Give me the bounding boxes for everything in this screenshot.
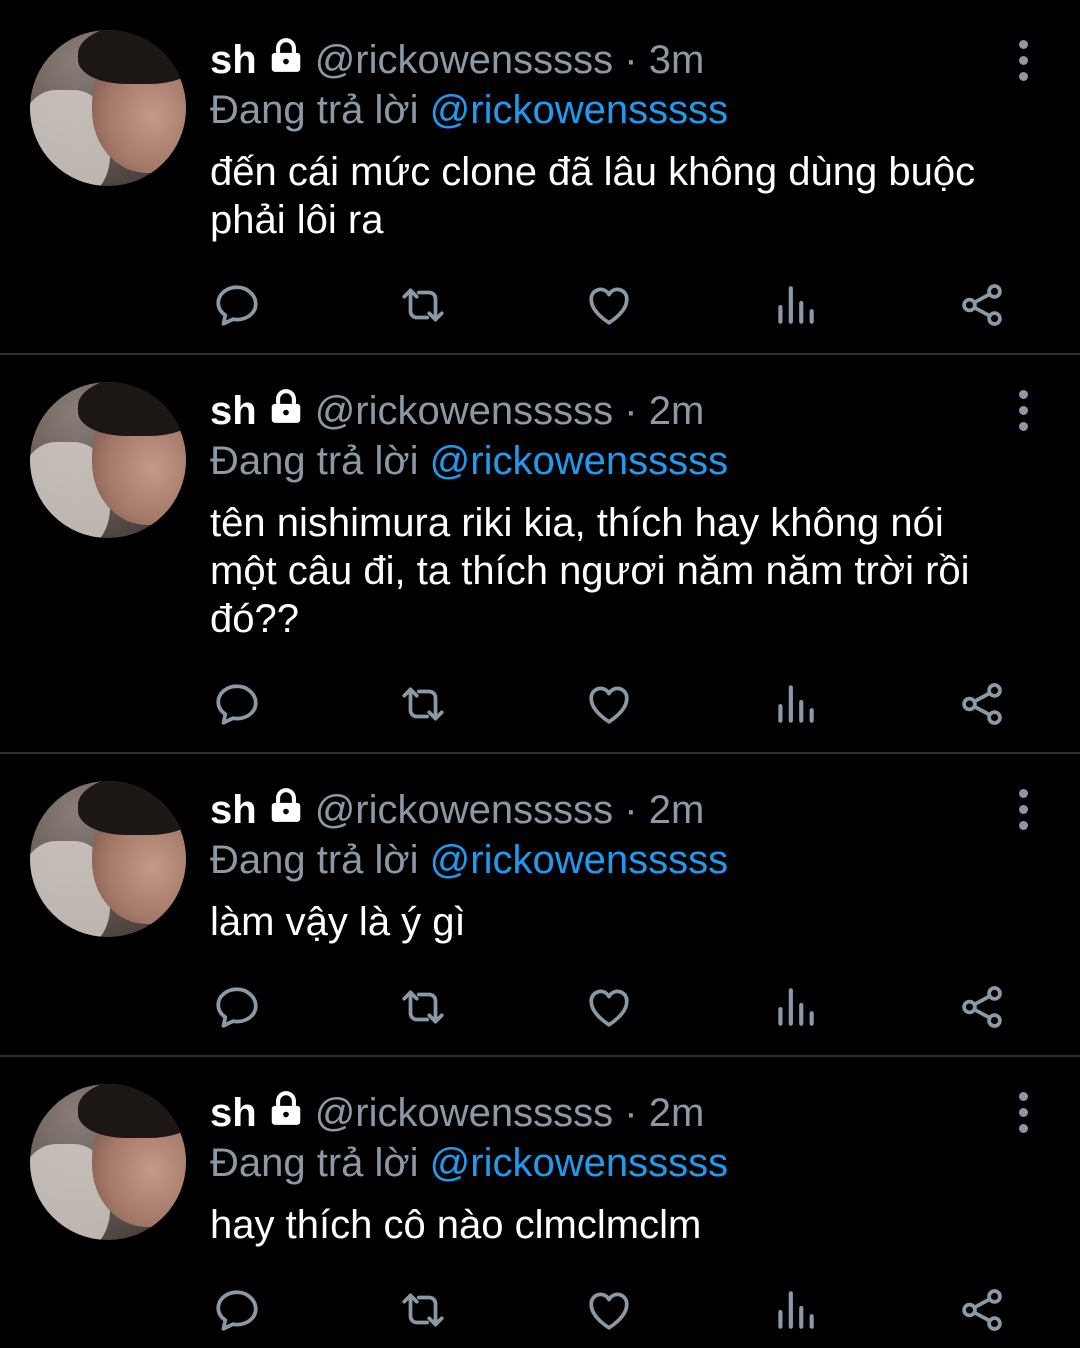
analytics-icon[interactable] [770,679,820,729]
tweet-text: tên nishimura riki kia, thích hay không … [210,499,1040,643]
tweet-text: hay thích cô nào clmclmclm [210,1201,1040,1249]
reply-icon[interactable] [212,982,262,1032]
user-handle[interactable]: @rickowensssss [315,1091,613,1135]
more-vertical-icon[interactable] [1016,1092,1030,1140]
tweet-header: sh @rickowensssss · 3m [210,36,1040,86]
lock-icon [267,37,305,86]
reply-mention[interactable]: @rickowensssss [430,439,728,483]
reply-mention[interactable]: @rickowensssss [430,88,728,132]
tweet-text-line: tên nishimura riki kia, thích hay không … [210,501,944,545]
separator-dot: · [624,1091,638,1135]
heart-icon[interactable] [584,1285,634,1335]
separator-dot: · [624,38,638,82]
display-name[interactable]: sh [210,1091,257,1135]
user-handle[interactable]: @rickowensssss [315,38,613,82]
tweet-actions [0,280,1080,332]
tweet-text-line: hay thích cô nào clmclmclm [210,1203,702,1247]
separator-dot: · [624,788,638,832]
timestamp[interactable]: 2m [649,788,705,832]
more-vertical-icon[interactable] [1016,40,1030,88]
avatar[interactable] [30,382,186,538]
reply-prefix: Đang trả lời [210,838,419,882]
tweet-header: sh @rickowensssss · 2m [210,387,1040,437]
timestamp[interactable]: 2m [649,389,705,433]
more-vertical-icon[interactable] [1016,390,1030,438]
analytics-icon[interactable] [770,280,820,330]
heart-icon[interactable] [584,679,634,729]
tweet-actions [0,982,1080,1034]
replying-to: Đang trả lời @rickowensssss [210,86,1040,134]
share-icon[interactable] [957,679,1007,729]
reply-mention[interactable]: @rickowensssss [430,1141,728,1185]
share-icon[interactable] [957,280,1007,330]
replying-to: Đang trả lời @rickowensssss [210,836,1040,884]
reply-prefix: Đang trả lời [210,1141,419,1185]
timestamp[interactable]: 2m [649,1091,705,1135]
share-icon[interactable] [957,982,1007,1032]
lock-icon [267,787,305,836]
tweet-actions [0,679,1080,731]
tweet-header: sh @rickowensssss · 2m [210,1089,1040,1139]
retweet-icon[interactable] [398,280,448,330]
analytics-icon[interactable] [770,982,820,1032]
tweet-text-line: làm vậy là ý gì [210,900,466,944]
retweet-icon[interactable] [398,679,448,729]
reply-mention[interactable]: @rickowensssss [430,838,728,882]
tweet-text-line: một câu đi, ta thích ngươi năm năm trời … [210,549,970,593]
reply-thread: sh @rickowensssss · 3m Đang trả lời @rick… [0,0,1080,1348]
heart-icon[interactable] [584,280,634,330]
avatar[interactable] [30,30,186,186]
retweet-icon[interactable] [398,1285,448,1335]
tweet[interactable]: sh @rickowensssss · 3m Đang trả lời @rick… [0,0,1080,354]
display-name[interactable]: sh [210,38,257,82]
tweet-actions [0,1285,1080,1337]
tweet-text-line: đến cái mức clone đã lâu không dùng buộc [210,150,976,194]
heart-icon[interactable] [584,982,634,1032]
tweet-text-line: đó?? [210,597,299,641]
tweet-text: đến cái mức clone đã lâu không dùng buộc… [210,148,1040,244]
tweet-text: làm vậy là ý gì [210,898,1040,946]
share-icon[interactable] [957,1285,1007,1335]
avatar[interactable] [30,1084,186,1240]
tweet-text-line: phải lôi ra [210,198,384,242]
tweet[interactable]: sh @rickowensssss · 2m Đang trả lời @rick… [0,1057,1080,1348]
replying-to: Đang trả lời @rickowensssss [210,437,1040,485]
tweet-header: sh @rickowensssss · 2m [210,786,1040,836]
reply-icon[interactable] [212,280,262,330]
reply-icon[interactable] [212,1285,262,1335]
retweet-icon[interactable] [398,982,448,1032]
reply-icon[interactable] [212,679,262,729]
reply-prefix: Đang trả lời [210,88,419,132]
timestamp[interactable]: 3m [649,38,705,82]
lock-icon [267,388,305,437]
tweet[interactable]: sh @rickowensssss · 2m Đang trả lời @rick… [0,355,1080,752]
separator-dot: · [624,389,638,433]
reply-prefix: Đang trả lời [210,439,419,483]
user-handle[interactable]: @rickowensssss [315,389,613,433]
more-vertical-icon[interactable] [1016,789,1030,837]
lock-icon [267,1090,305,1139]
display-name[interactable]: sh [210,389,257,433]
avatar[interactable] [30,781,186,937]
analytics-icon[interactable] [770,1285,820,1335]
replying-to: Đang trả lời @rickowensssss [210,1139,1040,1187]
tweet[interactable]: sh @rickowensssss · 2m Đang trả lời @rick… [0,754,1080,1054]
user-handle[interactable]: @rickowensssss [315,788,613,832]
display-name[interactable]: sh [210,788,257,832]
